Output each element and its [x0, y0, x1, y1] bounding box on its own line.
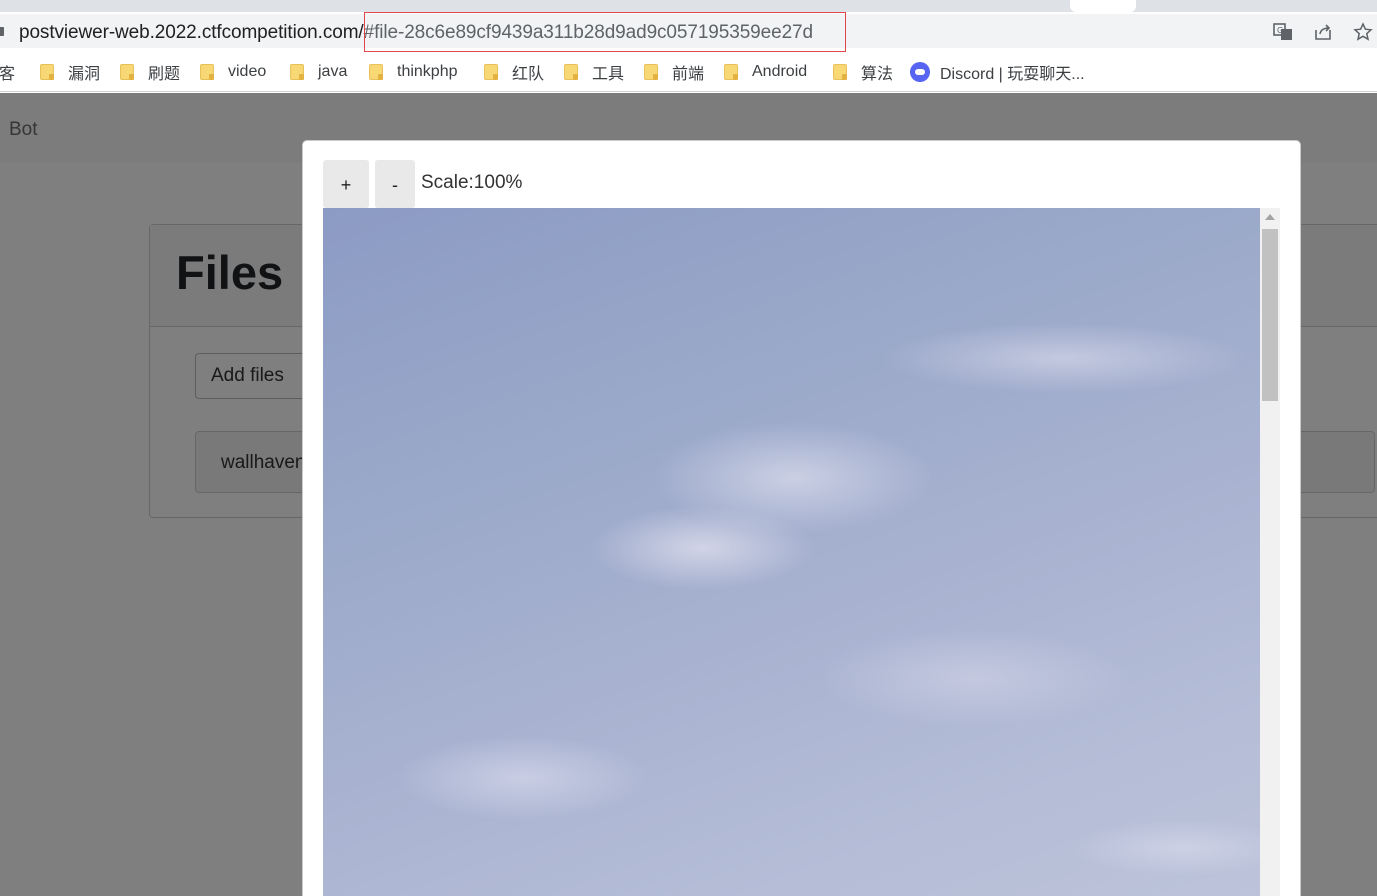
discord-icon — [910, 62, 930, 82]
bookmark-label: 刷题 — [148, 66, 181, 83]
scroll-thumb[interactable] — [1262, 229, 1278, 401]
vertical-scrollbar[interactable] — [1260, 208, 1280, 896]
tab-strip — [0, 0, 1377, 12]
bookmark-folder-shuati[interactable]: 刷题 — [120, 61, 180, 83]
folder-icon — [40, 64, 54, 80]
zoom-in-button[interactable]: + — [323, 160, 369, 208]
bookmark-label: 客 — [0, 66, 16, 83]
share-icon[interactable] — [1313, 22, 1333, 42]
folder-icon — [200, 64, 214, 80]
bookmark-folder-suanfa[interactable]: 算法 — [833, 61, 893, 83]
address-bar[interactable]: postviewer-web.2022.ctfcompetition.com/#… — [0, 12, 1377, 52]
lock-icon[interactable] — [0, 27, 4, 36]
bookmark-label: video — [228, 63, 267, 80]
bookmark-folder-loudong[interactable]: 漏洞 — [40, 61, 100, 83]
tab-inactive-right[interactable] — [1140, 0, 1377, 12]
folder-icon — [484, 64, 498, 80]
bookmark-folder-java[interactable]: java — [290, 61, 347, 83]
bookmark-label: Discord | 玩耍聊天... — [940, 66, 1085, 83]
bookmark-label: 漏洞 — [68, 66, 101, 83]
bookmark-folder-android[interactable]: Android — [724, 61, 807, 83]
bookmark-label: Android — [752, 63, 808, 80]
bookmark-discord[interactable]: Discord | 玩耍聊天... — [910, 61, 1085, 83]
bookmark-folder-hongdui[interactable]: 红队 — [484, 61, 544, 83]
bookmarks-bar: 客 漏洞 刷题 video java thinkphp 红队 工具 前端 And… — [0, 52, 1377, 92]
image-viewport[interactable] — [323, 208, 1280, 896]
svg-text:G: G — [1277, 26, 1283, 35]
bookmark-star-icon[interactable] — [1353, 22, 1373, 42]
bookmark-folder-qianduan[interactable]: 前端 — [644, 61, 704, 83]
tab-active[interactable] — [1070, 0, 1136, 12]
bookmark-label: 前端 — [672, 66, 705, 83]
image-viewer-modal: + - Scale:100% — [302, 140, 1301, 896]
bookmark-folder-gongju[interactable]: 工具 — [564, 61, 624, 83]
folder-icon — [369, 64, 383, 80]
bookmark-label: 算法 — [861, 66, 894, 83]
bookmark-folder-thinkphp[interactable]: thinkphp — [369, 61, 458, 83]
bookmark-label: 红队 — [512, 66, 545, 83]
browser-toolbar: postviewer-web.2022.ctfcompetition.com/#… — [0, 12, 1377, 52]
folder-icon — [724, 64, 738, 80]
bookmark-label: 工具 — [592, 66, 625, 83]
folder-icon — [644, 64, 658, 80]
zoom-out-button[interactable]: - — [375, 160, 415, 208]
scroll-up-arrow-icon[interactable] — [1265, 214, 1275, 220]
tab-inactive[interactable] — [0, 0, 1066, 12]
translate-icon[interactable]: G — [1273, 22, 1293, 42]
scale-label: Scale:100% — [421, 172, 523, 193]
bookmark-label: java — [318, 63, 348, 80]
folder-icon — [833, 64, 847, 80]
bookmark-label: thinkphp — [397, 63, 458, 80]
url-host: postviewer-web.2022.ctfcompetition.com/ — [19, 22, 364, 43]
folder-icon — [290, 64, 304, 80]
bookmark-folder-video[interactable]: video — [200, 61, 266, 83]
page-content: Bot Files Add files wallhaven + - Scale:… — [0, 93, 1377, 896]
preview-image — [323, 208, 1260, 896]
folder-icon — [120, 64, 134, 80]
folder-icon — [564, 64, 578, 80]
url-highlight-box — [364, 12, 846, 52]
bookmark-partial[interactable]: 客 — [0, 61, 15, 83]
